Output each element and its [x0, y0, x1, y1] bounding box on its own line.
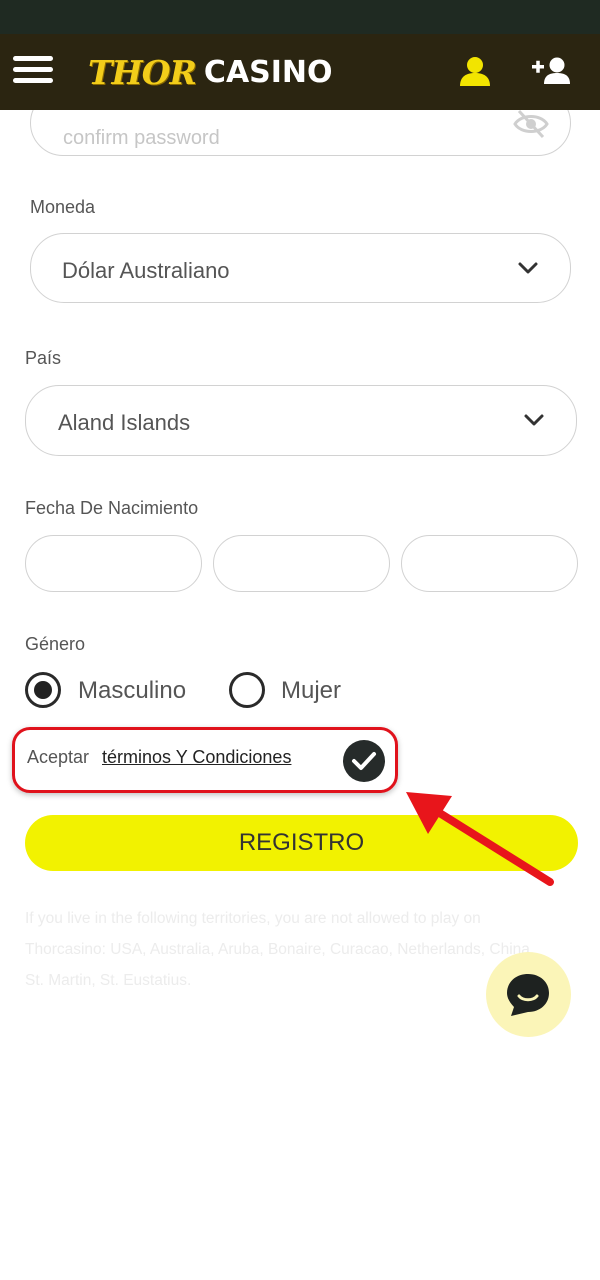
chat-bubble-icon	[507, 974, 549, 1016]
currency-select[interactable]: Dólar Australiano	[30, 233, 571, 303]
checkmark-icon	[352, 752, 376, 770]
gender-male-label[interactable]: Masculino	[78, 677, 186, 705]
currency-label: Moneda	[30, 197, 96, 217]
logo-thor-text: THOR	[88, 52, 197, 92]
gender-female-label[interactable]: Mujer	[281, 677, 341, 705]
birth-day-field[interactable]	[25, 535, 202, 592]
add-user-icon[interactable]	[530, 54, 570, 88]
terms-prefix: Aceptar	[27, 747, 90, 767]
chevron-down-icon	[523, 412, 545, 428]
country-label: País	[25, 348, 62, 368]
gender-female-radio[interactable]	[229, 672, 265, 708]
chevron-down-icon	[517, 260, 539, 276]
terms-checkbox[interactable]	[343, 740, 385, 782]
gender-label: Género	[25, 634, 86, 654]
terms-link[interactable]: términos Y Condiciones	[102, 747, 291, 768]
registro-button[interactable]: REGISTRO	[25, 815, 578, 871]
user-icon[interactable]	[458, 54, 492, 88]
birth-year-field[interactable]	[401, 535, 578, 592]
status-bar	[0, 0, 600, 34]
chat-button[interactable]	[486, 952, 571, 1037]
eye-off-icon[interactable]	[513, 109, 549, 139]
thor-casino-logo[interactable]: THOR CASINO	[88, 44, 333, 100]
currency-value: Dólar Australiano	[62, 258, 230, 283]
country-select[interactable]: Aland Islands	[25, 385, 577, 456]
birth-month-field[interactable]	[213, 535, 390, 592]
country-value: Aland Islands	[58, 410, 191, 435]
app-header: THOR CASINO	[0, 34, 600, 110]
restricted-territories-notice: If you live in the following territories…	[25, 910, 535, 989]
birth-date-label: Fecha De Nacimiento	[25, 498, 199, 518]
confirm-password-placeholder: confirm password	[63, 127, 220, 149]
gender-male-radio[interactable]	[25, 672, 61, 708]
logo-casino-text: CASINO	[203, 54, 333, 90]
hamburger-menu-icon[interactable]	[13, 54, 53, 88]
annotation-arrow	[406, 792, 554, 886]
